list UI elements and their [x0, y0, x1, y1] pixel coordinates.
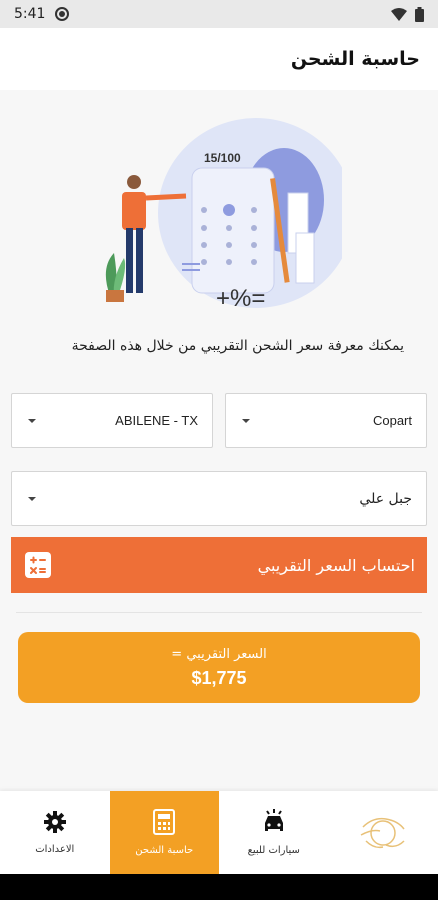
car-icon [264, 809, 283, 831]
nav-item-shipping-calculator[interactable]: حاسبة الشحن [109, 791, 219, 874]
auction-value: Copart [372, 413, 412, 428]
calculator-icon [25, 552, 51, 578]
intro-text: يمكنك معرفة سعر الشحن التقريبي من خلال ه… [71, 338, 404, 354]
brand-logo-icon [360, 817, 405, 848]
status-icons [391, 6, 424, 22]
nav-item-cars-for-sale[interactable]: سيارات للبيع [219, 791, 329, 874]
nav-item-settings[interactable]: الاعدادات [0, 791, 110, 874]
calculate-button-label: احتساب السعر التقريبي [257, 555, 415, 575]
page-title: حاسبة الشحن [290, 48, 420, 70]
chevron-down-icon [28, 418, 36, 423]
destination-select[interactable]: جبل علي [11, 471, 427, 526]
nav-label-cars-for-sale: سيارات للبيع [247, 845, 300, 856]
calculator-illustration: 15/100 +%= [105, 118, 342, 312]
auction-select[interactable]: Copart [225, 393, 427, 448]
chevron-down-icon [242, 418, 250, 423]
divider [16, 612, 422, 613]
status-time: 5:41 [14, 6, 46, 22]
notification-icon [55, 7, 70, 21]
location-value: ABILENE - TX [115, 413, 198, 428]
result-label: السعر التقريبي = [171, 646, 267, 662]
status-bar: 5:41 [0, 0, 438, 28]
destination-value: جبل علي [359, 490, 412, 507]
nav-item-home[interactable] [329, 791, 438, 874]
app-header: حاسبة الشحن [0, 28, 438, 90]
illustration-symbols: +%= [216, 285, 265, 312]
nav-label-settings: الاعدادات [35, 844, 75, 855]
calculator-icon [153, 809, 176, 835]
location-select[interactable]: ABILENE - TX [11, 393, 213, 448]
result-value: $1,775 [191, 667, 247, 688]
calculate-button[interactable]: احتساب السعر التقريبي [11, 537, 427, 593]
gear-icon [43, 811, 66, 833]
illustration-score: 15/100 [204, 151, 241, 165]
nav-label-shipping-calculator: حاسبة الشحن [135, 845, 194, 856]
system-navigation-bar [0, 874, 438, 900]
bottom-nav: سيارات للبيع حاسبة الشحن الاعدادات [0, 791, 438, 874]
wifi-icon [391, 7, 407, 21]
result-card: السعر التقريبي = $1,775 [18, 632, 420, 703]
battery-icon [415, 6, 424, 22]
chevron-down-icon [28, 496, 36, 501]
